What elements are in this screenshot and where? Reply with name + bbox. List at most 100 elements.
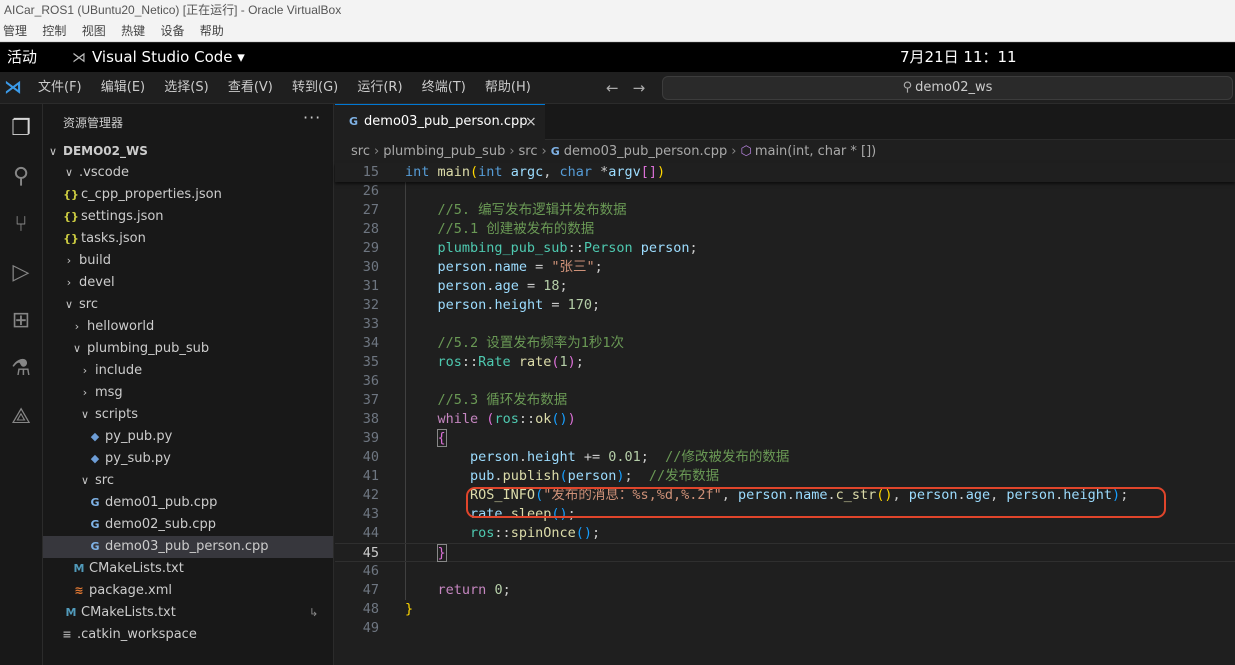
menu-selection[interactable]: 选择(S): [164, 80, 208, 95]
tree-item[interactable]: › helloworld: [43, 316, 333, 338]
code-token: (): [551, 411, 568, 427]
code-line[interactable]: 37 //5.3 循环发布数据: [335, 391, 1235, 410]
tree-item[interactable]: M CMakeLists.txt ↳: [43, 602, 333, 624]
tree-item[interactable]: Gdemo03_pub_person.cpp: [43, 536, 333, 558]
code-line[interactable]: 36: [335, 372, 1235, 391]
code-text: ros::spinOnce();: [405, 524, 600, 543]
code-text: pub.publish(person); //发布数据: [405, 467, 719, 486]
tree-item[interactable]: {} c_cpp_properties.json: [43, 184, 333, 206]
code-line[interactable]: 28 //5.1 创建被发布的数据: [335, 220, 1235, 239]
tree-item[interactable]: ≋ package.xml: [43, 580, 333, 602]
menu-run[interactable]: 运行(R): [357, 80, 402, 95]
explorer-title: 资源管理器: [63, 116, 124, 130]
breadcrumb-src[interactable]: src: [351, 144, 370, 159]
search-icon[interactable]: ⚲: [6, 162, 36, 192]
code-line[interactable]: 38 while (ros::ok()): [335, 410, 1235, 429]
breadcrumb-symbol[interactable]: main(int, char * []): [755, 144, 876, 159]
code-line[interactable]: 45 }: [335, 543, 1235, 562]
code-line[interactable]: 15 int main(int argc, char *argv[]): [335, 163, 1235, 182]
tree-item[interactable]: ◆ py_pub.py: [43, 426, 333, 448]
tree-item[interactable]: ∨ scripts: [43, 404, 333, 426]
chevron-down-icon: ∨: [64, 298, 74, 311]
menu-go[interactable]: 转到(G): [292, 80, 338, 95]
tree-item[interactable]: {} settings.json: [43, 206, 333, 228]
nav-arrows: ← →: [606, 72, 659, 104]
activities-button[interactable]: 活动: [7, 43, 37, 72]
code-line[interactable]: 39 {: [335, 429, 1235, 448]
menu-edit[interactable]: 编辑(E): [101, 80, 145, 95]
tree-item[interactable]: ∨ .vscode: [43, 162, 333, 184]
vbox-menu-devices[interactable]: 设备: [160, 21, 184, 42]
code-line[interactable]: 47 return 0;: [335, 581, 1235, 600]
code-line[interactable]: 33: [335, 315, 1235, 334]
code-line[interactable]: 41 pub.publish(person); //发布数据: [335, 467, 1235, 486]
tree-item[interactable]: ∨ src: [43, 470, 333, 492]
code-token: Rate: [478, 354, 511, 370]
tree-item[interactable]: Gdemo02_sub.cpp: [43, 514, 333, 536]
clock[interactable]: 7月21日 11：11: [900, 43, 1017, 72]
menu-view[interactable]: 查看(V): [228, 80, 273, 95]
run-debug-icon[interactable]: ▷: [6, 258, 36, 288]
extensions-icon[interactable]: ⊞: [6, 306, 36, 336]
code-line[interactable]: 40 person.height += 0.01; //修改被发布的数据: [335, 448, 1235, 467]
tree-item[interactable]: › devel: [43, 272, 333, 294]
app-menu[interactable]: ⋊ Visual Studio Code ▾: [72, 43, 245, 73]
testing-icon[interactable]: ⚗: [6, 354, 36, 384]
more-actions-icon[interactable]: ···: [303, 108, 321, 127]
tree-item[interactable]: M CMakeLists.txt: [43, 558, 333, 580]
tree-item[interactable]: › build: [43, 250, 333, 272]
ros-icon[interactable]: ⟁: [6, 402, 36, 432]
vbox-menu-view[interactable]: 视图: [82, 21, 106, 42]
vbox-menu-manage[interactable]: 管理: [3, 21, 27, 42]
command-center-search[interactable]: ⚲ demo02_ws: [662, 76, 1233, 100]
tree-item[interactable]: › include: [43, 360, 333, 382]
menu-terminal[interactable]: 终端(T): [422, 80, 466, 95]
json-file-icon: {}: [63, 210, 79, 223]
code-line[interactable]: 48}: [335, 600, 1235, 619]
code-line[interactable]: 44 ros::spinOnce();: [335, 524, 1235, 543]
tree-item[interactable]: ∨ plumbing_pub_sub: [43, 338, 333, 360]
forward-arrow-icon[interactable]: →: [633, 79, 646, 97]
close-icon[interactable]: ×: [525, 105, 537, 139]
vbox-menu-help[interactable]: 帮助: [200, 21, 224, 42]
code-line[interactable]: 46: [335, 562, 1235, 581]
breadcrumb-src-dir[interactable]: src: [519, 144, 538, 159]
vbox-menu-control[interactable]: 控制: [42, 21, 66, 42]
tree-item[interactable]: ◆ py_sub.py: [43, 448, 333, 470]
tree-item[interactable]: ∨ DEMO02_WS: [43, 140, 333, 162]
code-line[interactable]: 49: [335, 619, 1235, 638]
code-line[interactable]: 29 plumbing_pub_sub::Person person;: [335, 239, 1235, 258]
source-control-icon[interactable]: ⑂: [6, 210, 36, 240]
vbox-menu-hotkey[interactable]: 热键: [121, 21, 145, 42]
code-token: (: [559, 468, 568, 484]
breadcrumb-package[interactable]: plumbing_pub_sub: [383, 144, 505, 159]
tab-demo03-pub-person[interactable]: Gdemo03_pub_person.cpp ×: [335, 104, 545, 140]
tree-item[interactable]: {} tasks.json: [43, 228, 333, 250]
explorer-icon[interactable]: ❐: [6, 114, 36, 144]
code-line[interactable]: 32 person.height = 170;: [335, 296, 1235, 315]
menu-file[interactable]: 文件(F): [38, 80, 82, 95]
code-line[interactable]: 34 //5.2 设置发布频率为1秒1次: [335, 334, 1235, 353]
chevron-down-icon: ▾: [237, 48, 245, 66]
tree-item-label: demo01_pub.cpp: [105, 495, 218, 510]
code-line[interactable]: 31 person.age = 18;: [335, 277, 1235, 296]
code-line[interactable]: 30 person.name = "张三";: [335, 258, 1235, 277]
code-line[interactable]: 26: [335, 182, 1235, 201]
code-line[interactable]: 27 //5. 编写发布逻辑并发布数据: [335, 201, 1235, 220]
tree-item[interactable]: › msg: [43, 382, 333, 404]
back-arrow-icon[interactable]: ←: [606, 79, 619, 97]
explorer-sidebar: 资源管理器 ··· ∨ DEMO02_WS ∨ .vscode{} c_cpp_prop…: [43, 104, 334, 665]
tree-item[interactable]: Gdemo01_pub.cpp: [43, 492, 333, 514]
tree-item[interactable]: ∨ src: [43, 294, 333, 316]
menu-help[interactable]: 帮助(H): [485, 80, 531, 95]
tree-item-label: helloworld: [87, 319, 155, 334]
tree-item-label: src: [95, 473, 114, 488]
tree-item[interactable]: ≡ .catkin_workspace: [43, 624, 333, 646]
search-icon: ⚲: [902, 80, 913, 95]
line-number: 47: [362, 582, 379, 598]
code-line[interactable]: 35 ros::Rate rate(1);: [335, 353, 1235, 372]
app-menu-label: Visual Studio Code: [92, 48, 233, 66]
breadcrumb-file[interactable]: demo03_pub_person.cpp: [564, 144, 728, 159]
